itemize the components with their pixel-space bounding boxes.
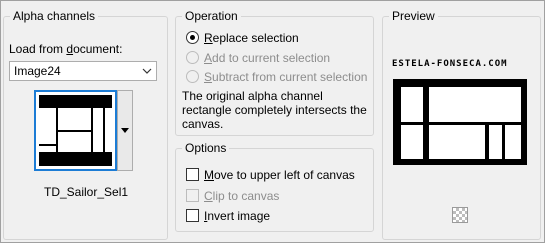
invert-image-label[interactable]: Invert image [204,209,270,224]
replace-selection-label[interactable]: Replace selection [204,31,299,46]
add-to-current-selection-radio[interactable] [186,51,199,64]
thumbnail-image [39,95,112,166]
alpha-channels-title: Alpha channels [10,9,99,24]
subtract-from-current-selection-label[interactable]: Subtract from current selection [204,70,367,85]
preview-selection-shape [393,79,527,165]
thumbnail-selection-shape [39,95,112,166]
clip-to-canvas-checkbox[interactable] [186,189,199,202]
options-title: Options [182,141,230,156]
invert-image-checkbox[interactable] [186,209,199,222]
preview-image [393,79,527,165]
document-select-value: Image24 [14,64,61,78]
dropdown-arrow-icon [121,128,129,133]
preview-title: Preview [389,9,438,24]
subtract-from-current-selection-radio[interactable] [186,70,199,83]
add-to-current-selection-label[interactable]: Add to current selection [204,51,330,66]
replace-selection-radio[interactable] [186,31,199,44]
thumbnail-dropdown-button[interactable] [117,90,133,171]
document-select[interactable]: Image24 [9,61,157,81]
operation-description-line1: The original alpha channel [182,89,323,103]
selection-name-label: TD_Sailor_Sel1 [44,185,129,199]
operation-description-line2: rectangle completely intersects the [182,103,367,117]
move-to-upper-left-checkbox[interactable] [186,168,199,181]
watermark-text: ESTELA-FONSECA.COM [392,59,508,69]
alpha-channel-thumbnail[interactable] [34,90,117,171]
clip-to-canvas-label[interactable]: Clip to canvas [204,189,279,204]
chevron-down-icon [142,68,152,74]
operation-title: Operation [182,9,241,24]
transparency-toggle-icon[interactable] [452,207,468,223]
load-from-document-label: Load from document: [9,42,123,56]
operation-description-line3: canvas. [182,117,224,131]
move-to-upper-left-label[interactable]: Move to upper left of canvas [204,168,355,183]
radio-selected-dot [190,35,195,40]
